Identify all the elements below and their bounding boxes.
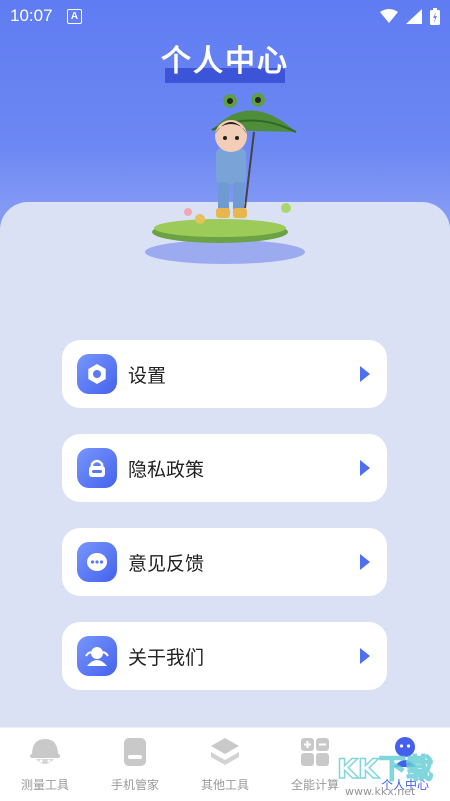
nav-label-phone-manager: 手机管家 xyxy=(110,778,159,792)
calculator-icon xyxy=(301,738,329,766)
nav-label-measure: 测量工具 xyxy=(20,778,69,792)
helmet-icon xyxy=(30,739,60,764)
signal-icon xyxy=(406,9,422,24)
chevron-right-icon xyxy=(360,554,370,570)
menu-label-about: 关于我们 xyxy=(128,647,205,669)
status-time: 10:07 xyxy=(10,6,53,25)
svg-text:www.kkx.net: www.kkx.net xyxy=(345,785,416,798)
watermark-logo: KK下载 www.kkx.net xyxy=(336,753,433,798)
menu-label-settings: 设置 xyxy=(128,365,167,387)
menu-item-settings[interactable]: 设置 xyxy=(62,340,387,408)
nav-tab-measure[interactable]: 测量工具 xyxy=(0,728,90,801)
menu-label-privacy: 隐私政策 xyxy=(128,459,205,481)
about-icon xyxy=(77,636,117,676)
nav-tab-other-tools[interactable]: 其他工具 xyxy=(180,728,270,801)
phone-icon xyxy=(124,738,146,766)
lock-icon xyxy=(77,448,117,488)
layers-icon xyxy=(211,738,239,765)
nav-label-other-tools: 其他工具 xyxy=(200,778,249,792)
wifi-icon xyxy=(380,9,398,23)
status-bar: 10:07 A xyxy=(0,0,450,34)
menu-label-feedback: 意见反馈 xyxy=(128,553,205,575)
chat-icon xyxy=(77,542,117,582)
chevron-right-icon xyxy=(360,460,370,476)
nav-tab-phone-manager[interactable]: 手机管家 xyxy=(90,728,180,801)
page-title: 个人中心 xyxy=(161,44,289,79)
gear-icon xyxy=(77,354,117,394)
menu-item-privacy[interactable]: 隐私政策 xyxy=(62,434,387,502)
svg-text:KK下载: KK下载 xyxy=(337,754,433,785)
menu-item-about[interactable]: 关于我们 xyxy=(62,622,387,690)
notification-icon: A xyxy=(67,9,82,24)
character-illustration xyxy=(145,93,305,264)
menu-item-feedback[interactable]: 意见反馈 xyxy=(62,528,387,596)
chevron-right-icon xyxy=(360,648,370,664)
battery-icon xyxy=(430,8,440,25)
chevron-right-icon xyxy=(360,366,370,382)
